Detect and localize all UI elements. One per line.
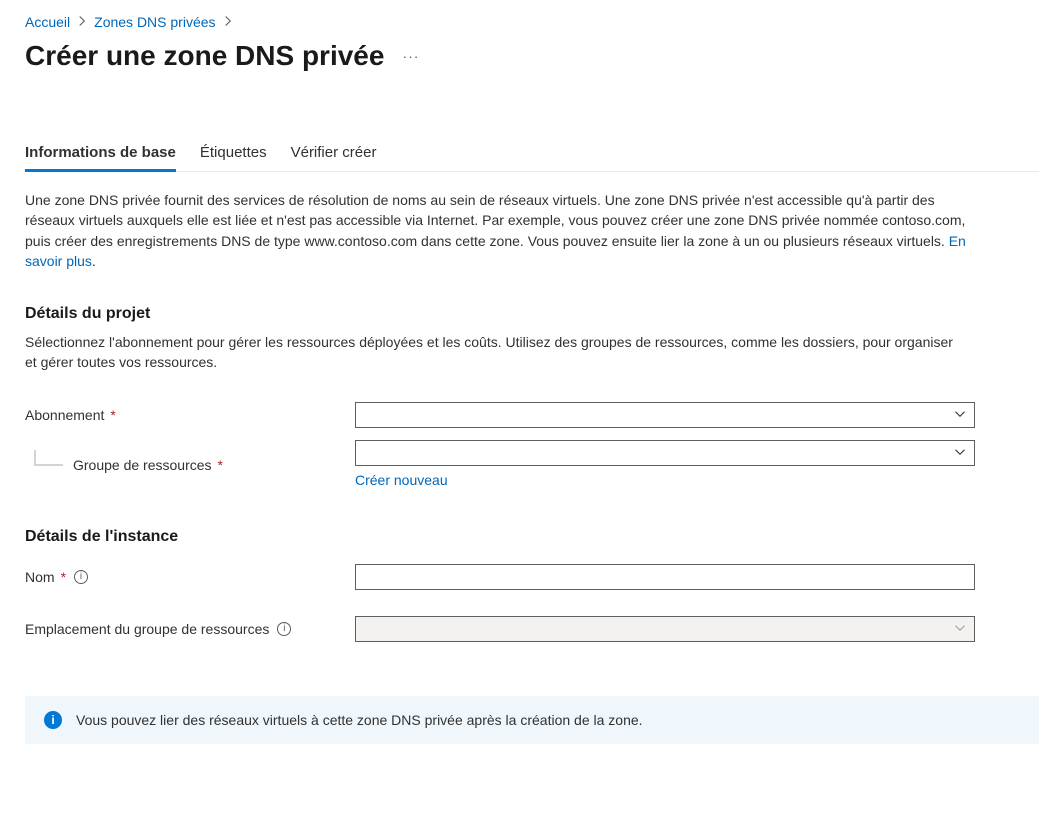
- required-asterisk: *: [218, 457, 223, 473]
- subscription-label: Abonnement *: [25, 407, 355, 423]
- tab-tags[interactable]: Étiquettes: [200, 144, 267, 171]
- tab-basics[interactable]: Informations de base: [25, 144, 176, 172]
- name-input[interactable]: [355, 564, 975, 590]
- resource-group-dropdown[interactable]: [355, 440, 975, 466]
- chevron-down-icon: [954, 621, 966, 637]
- required-asterisk: *: [110, 407, 115, 423]
- section-desc-project: Sélectionnez l'abonnement pour gérer les…: [25, 333, 965, 372]
- location-dropdown: [355, 616, 975, 642]
- chevron-right-icon: [220, 15, 236, 30]
- name-label-text: Nom: [25, 569, 55, 585]
- tab-review[interactable]: Vérifier créer: [291, 144, 377, 171]
- info-banner: i Vous pouvez lier des réseaux virtuels …: [25, 696, 1039, 744]
- page-title: Créer une zone DNS privée: [25, 40, 384, 72]
- tree-connector-icon: [25, 450, 67, 480]
- location-label: Emplacement du groupe de ressources i: [25, 621, 355, 637]
- more-actions-button[interactable]: ···: [402, 48, 419, 64]
- subscription-dropdown[interactable]: [355, 402, 975, 428]
- info-icon: i: [44, 711, 62, 729]
- chevron-down-icon: [954, 445, 966, 461]
- description-body: Une zone DNS privée fournit des services…: [25, 192, 965, 249]
- info-banner-text: Vous pouvez lier des réseaux virtuels à …: [76, 712, 643, 728]
- breadcrumb: Accueil Zones DNS privées: [25, 14, 1039, 30]
- breadcrumb-zones[interactable]: Zones DNS privées: [94, 14, 215, 30]
- info-icon[interactable]: i: [74, 570, 88, 584]
- chevron-down-icon: [954, 407, 966, 423]
- breadcrumb-home[interactable]: Accueil: [25, 14, 70, 30]
- section-title-instance: Détails de l'instance: [25, 528, 1039, 546]
- required-asterisk: *: [61, 569, 66, 585]
- create-new-link[interactable]: Créer nouveau: [355, 472, 448, 488]
- info-icon[interactable]: i: [277, 622, 291, 636]
- location-label-text: Emplacement du groupe de ressources: [25, 621, 269, 637]
- tabs: Informations de base Étiquettes Vérifier…: [25, 144, 1039, 172]
- description-text: Une zone DNS privée fournit des services…: [25, 190, 985, 271]
- name-label: Nom * i: [25, 569, 355, 585]
- chevron-right-icon: [74, 15, 90, 30]
- subscription-label-text: Abonnement: [25, 407, 104, 423]
- resource-group-label: Groupe de ressources *: [25, 450, 355, 480]
- section-title-project: Détails du projet: [25, 305, 1039, 323]
- resource-group-label-text: Groupe de ressources: [73, 457, 212, 473]
